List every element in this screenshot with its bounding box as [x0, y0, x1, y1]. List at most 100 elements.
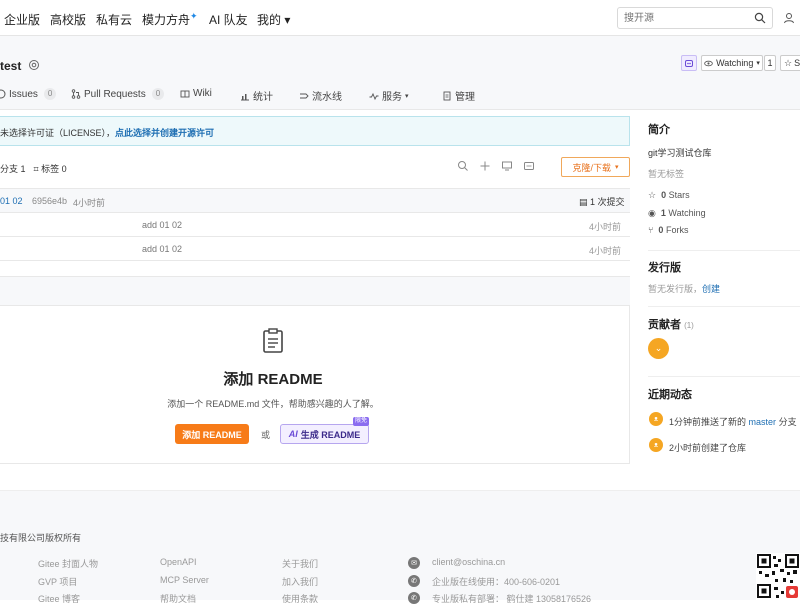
- file-commit-message: add 01 02: [142, 220, 183, 230]
- star-icon: ☆: [648, 190, 657, 200]
- tab-services-label: 服务: [382, 92, 402, 103]
- file-row[interactable]: add 01 02 4小时前: [0, 236, 630, 260]
- readme-empty-panel: 添加 README 添加一个 README.md 文件，帮助感兴趣的人了解。 添…: [0, 306, 630, 464]
- activity-item: 1分钟前推送了新的 master 分支: [669, 415, 797, 428]
- watch-button[interactable]: Watching ▾: [701, 55, 763, 71]
- ai-icon: AI: [288, 429, 298, 439]
- license-text: 未选择许可证（LICENSE），: [0, 128, 116, 138]
- search-icon[interactable]: [457, 160, 469, 172]
- clone-label: 克隆/下载: [572, 162, 611, 173]
- user-avatar-icon[interactable]: [783, 12, 795, 24]
- tags-label: 标签 0: [41, 164, 67, 174]
- stars-stat[interactable]: ☆ 0 Stars: [648, 190, 690, 201]
- watching-stat[interactable]: ◉ 1 Watching: [648, 208, 706, 219]
- license-create-link[interactable]: 点此选择并创建开源许可: [115, 128, 214, 138]
- commit-hash[interactable]: 6956e4b: [32, 196, 67, 206]
- watch-count[interactable]: 1: [764, 55, 776, 71]
- ai-robot-button[interactable]: [681, 55, 697, 71]
- no-tags-text: 暂无标签: [648, 169, 685, 179]
- contact-phone: 企业版在线使用：400-606-0201: [432, 577, 561, 587]
- release-title: 发行版: [648, 262, 681, 274]
- pull-request-icon: [71, 89, 81, 99]
- activity-branch-link[interactable]: master: [749, 417, 777, 427]
- eye-icon: ◉: [648, 208, 656, 218]
- tab-pipeline[interactable]: 流水线: [299, 88, 342, 103]
- tag-icon: ⌗: [33, 164, 39, 174]
- watch-label: Watching: [716, 58, 754, 68]
- tab-manage[interactable]: 管理: [442, 88, 475, 103]
- star-button[interactable]: ☆ St: [780, 55, 800, 71]
- contributors-count: (1): [684, 321, 694, 330]
- intro-description: git学习测试仓库: [648, 148, 712, 158]
- chevron-down-icon: ▾: [405, 92, 409, 100]
- gear-icon[interactable]: [28, 59, 40, 71]
- nav-ai-teammate[interactable]: AI 队友: [209, 11, 248, 28]
- nav-mine-dropdown[interactable]: 我的 ▾: [257, 11, 290, 28]
- forks-count: 0: [658, 225, 664, 235]
- tab-wiki-label: Wiki: [193, 88, 212, 99]
- free-badge: 限免: [353, 417, 370, 426]
- commit-count-label: 1 次提交: [590, 197, 625, 207]
- chevron-down-icon: ▾: [615, 164, 619, 171]
- clone-download-button[interactable]: 克隆/下载 ▾: [561, 157, 630, 177]
- tab-wiki[interactable]: Wiki: [180, 88, 212, 99]
- repo-name[interactable]: test: [0, 59, 21, 73]
- branches-link[interactable]: 分支 1: [0, 162, 26, 175]
- contact-email[interactable]: client@oschina.cn: [432, 557, 505, 567]
- nav-enterprise[interactable]: 企业版: [4, 11, 40, 28]
- watching-count: 1: [660, 208, 666, 218]
- footer-link[interactable]: Gitee 封面人物: [38, 557, 98, 570]
- contributor-avatar[interactable]: ⌄: [648, 338, 669, 359]
- ai-generate-readme-button[interactable]: AI 生成 README: [280, 424, 369, 444]
- footer-link[interactable]: MCP Server: [160, 575, 209, 585]
- activity-text: 1分钟前推送了新的: [669, 417, 747, 427]
- activity-avatar[interactable]: ᴥ: [649, 438, 663, 452]
- monitor-icon[interactable]: [501, 160, 513, 172]
- pull-requests-count-badge: 0: [151, 88, 165, 100]
- activity-avatar[interactable]: ᴥ: [649, 412, 663, 426]
- commit-count-link[interactable]: ▤ 1 次提交: [579, 195, 625, 208]
- nav-private-cloud[interactable]: 私有云: [96, 11, 132, 28]
- commit-time: 4小时前: [73, 198, 106, 208]
- file-commit-time: 4小时前: [589, 222, 622, 232]
- tab-issues[interactable]: Issues 0: [0, 88, 57, 100]
- sparkle-icon: ✦: [190, 11, 198, 21]
- document-icon: [443, 91, 451, 100]
- nav-university[interactable]: 高校版: [50, 11, 86, 28]
- tags-link[interactable]: ⌗ 标签 0: [34, 162, 67, 175]
- search-icon[interactable]: [754, 12, 766, 24]
- file-row[interactable]: add 01 02 4小时前: [0, 212, 630, 236]
- footer-link[interactable]: 加入我们: [282, 575, 318, 588]
- or-label: 或: [261, 430, 271, 440]
- commit-message-link[interactable]: 01 02: [0, 196, 23, 206]
- footer-link[interactable]: GVP 项目: [38, 575, 77, 588]
- add-readme-button[interactable]: 添加 README: [175, 424, 249, 444]
- footer-link[interactable]: OpenAPI: [160, 557, 197, 567]
- forks-stat[interactable]: ⑂ 0 Forks: [648, 225, 688, 235]
- footer-link[interactable]: Gitee 博客: [38, 592, 80, 605]
- search-input[interactable]: [618, 8, 748, 28]
- footer-link[interactable]: 关于我们: [282, 557, 318, 570]
- footer-link[interactable]: 帮助文档: [160, 592, 196, 605]
- nav-moli-label: 模力方舟: [142, 13, 191, 27]
- ai-generate-label: 生成 README: [300, 429, 361, 440]
- footer-link[interactable]: 使用条款: [282, 592, 318, 605]
- tab-statistics[interactable]: 统计: [240, 88, 273, 103]
- release-create-link[interactable]: 创建: [702, 284, 720, 294]
- tab-issues-label: Issues: [9, 88, 38, 100]
- intro-title: 简介: [648, 124, 670, 136]
- release-empty: 暂无发行版，创建: [648, 282, 720, 295]
- issues-count-badge: 0: [43, 88, 57, 100]
- tab-pull-requests-label: Pull Requests: [84, 88, 146, 100]
- pipeline-icon: [300, 93, 309, 98]
- contributors-title: 贡献者 (1): [648, 316, 694, 332]
- nav-moli[interactable]: 模力方舟✦: [142, 11, 198, 28]
- tab-services[interactable]: 服务 ▾: [369, 88, 409, 103]
- star-icon: ☆: [784, 57, 793, 68]
- tab-pull-requests[interactable]: Pull Requests 0: [71, 88, 165, 100]
- plus-icon[interactable]: [479, 160, 491, 172]
- webide-icon[interactable]: [523, 160, 535, 172]
- phone-icon: ✆: [408, 592, 420, 604]
- top-navbar: 企业版 高校版 私有云 模力方舟✦ AI 队友 我的 ▾: [0, 0, 800, 36]
- mail-icon: ✉: [408, 557, 420, 569]
